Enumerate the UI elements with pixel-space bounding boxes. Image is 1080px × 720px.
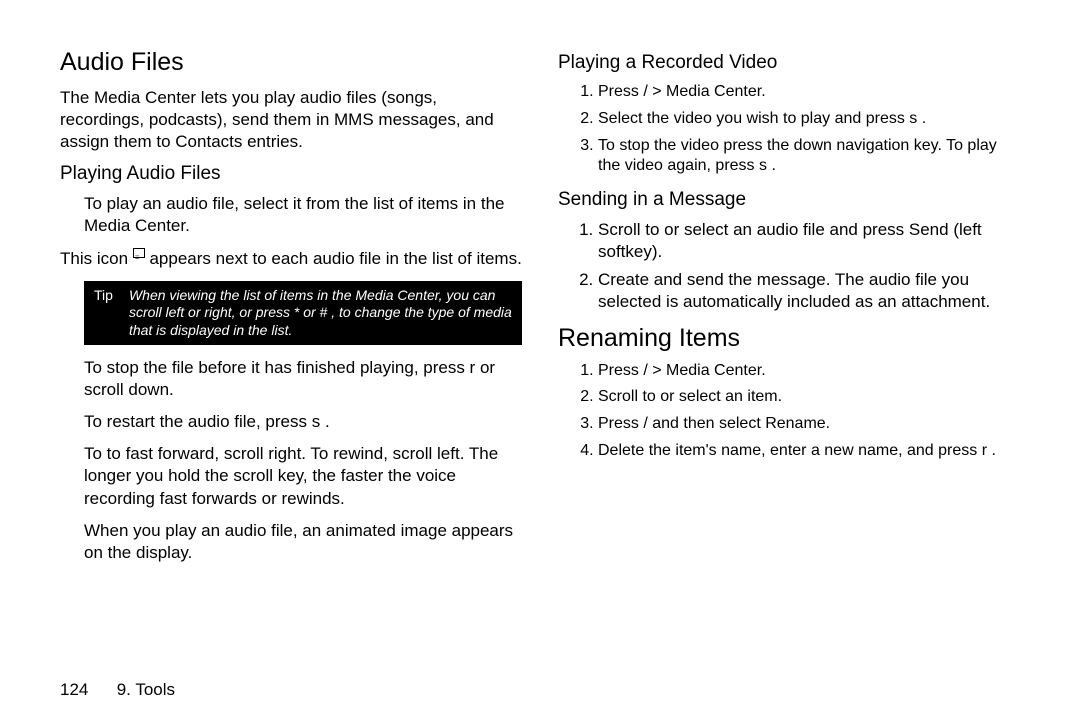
tip-label: Tip — [94, 287, 129, 305]
page-footer: 124 9. Tools — [60, 670, 1020, 700]
icon-line: This icon appears next to each audio fil… — [60, 247, 522, 270]
send-steps: Scroll to or select an audio file and pr… — [558, 219, 1020, 313]
subheading-playing-audio: Playing Audio Files — [60, 163, 522, 185]
audio-file-icon — [133, 248, 145, 258]
heading-renaming: Renaming Items — [558, 324, 1020, 353]
video-step-3: To stop the video press the down navigat… — [598, 136, 1020, 178]
video-step-2: Select the video you wish to play and pr… — [598, 109, 1020, 130]
page-number: 124 — [60, 680, 88, 699]
send-step-1: Scroll to or select an audio file and pr… — [598, 219, 1020, 263]
icon-line-before: This icon — [60, 249, 133, 268]
rename-step-1: Press / > Media Center. — [598, 361, 1020, 382]
rename-steps: Press / > Media Center. Scroll to or sel… — [558, 361, 1020, 462]
tip-box: Tip When viewing the list of items in th… — [84, 281, 522, 346]
tip-text: When viewing the list of items in the Me… — [129, 287, 512, 340]
icon-line-after: appears next to each audio file in the l… — [145, 249, 522, 268]
rename-step-2: Scroll to or select an item. — [598, 387, 1020, 408]
video-steps: Press / > Media Center. Select the video… — [558, 82, 1020, 177]
manual-page: Audio Files The Media Center lets you pl… — [0, 0, 1080, 720]
heading-audio-files: Audio Files — [60, 48, 522, 77]
right-column: Playing a Recorded Video Press / > Media… — [558, 48, 1020, 670]
rename-step-3: Press / and then select Rename. — [598, 414, 1020, 435]
video-step-1: Press / > Media Center. — [598, 82, 1020, 103]
restart-instruction: To restart the audio file, press s . — [60, 411, 522, 433]
stop-instruction: To stop the file before it has finished … — [60, 357, 522, 401]
rename-step-4: Delete the item's name, enter a new name… — [598, 441, 1020, 462]
playing-instruction: To play an audio file, select it from th… — [60, 193, 522, 237]
two-column-layout: Audio Files The Media Center lets you pl… — [60, 48, 1020, 670]
subheading-send-message: Sending in a Message — [558, 189, 1020, 211]
ff-rewind-instruction: To to fast forward, scroll right. To rew… — [60, 443, 522, 509]
intro-paragraph: The Media Center lets you play audio fil… — [60, 87, 522, 153]
section-label: 9. Tools — [117, 680, 175, 699]
left-column: Audio Files The Media Center lets you pl… — [60, 48, 522, 670]
animated-image-note: When you play an audio file, an animated… — [60, 520, 522, 564]
send-step-2: Create and send the message. The audio f… — [598, 269, 1020, 313]
subheading-playing-video: Playing a Recorded Video — [558, 52, 1020, 74]
